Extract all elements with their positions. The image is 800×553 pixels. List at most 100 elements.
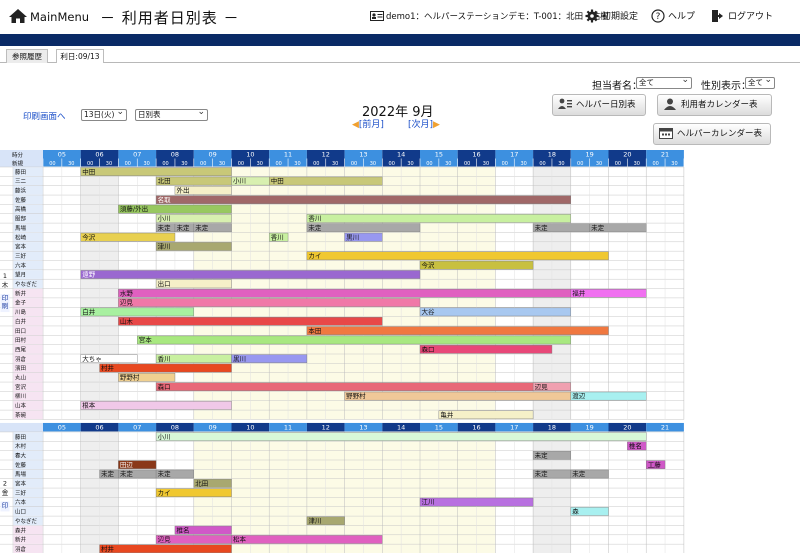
schedule-bar[interactable]: [155, 432, 647, 441]
schedule-bar-label: 名取: [158, 195, 172, 204]
schedule-bar-label: 未定: [308, 223, 322, 232]
schedule-bar[interactable]: [419, 307, 572, 317]
schedule-bar[interactable]: [419, 345, 553, 354]
user-name[interactable]: 丸山: [15, 374, 26, 382]
schedule-bar-label: 森口: [422, 344, 435, 353]
user-name[interactable]: 田村: [15, 336, 27, 344]
user-name[interactable]: 山本: [15, 402, 27, 410]
user-name[interactable]: 馬場: [15, 470, 27, 478]
day-print-link[interactable]: 印: [2, 294, 9, 302]
hour-label: 13: [359, 151, 367, 159]
user-name[interactable]: 服部: [15, 215, 27, 223]
schedule-bar[interactable]: [80, 307, 194, 317]
schedule-bar[interactable]: [80, 270, 421, 279]
schedule-bar-label: 亀井: [440, 410, 454, 419]
user-name[interactable]: 白井: [15, 317, 27, 325]
schedule-bar-label: 大谷: [422, 307, 436, 316]
schedule-bar-label: 出口: [158, 279, 171, 288]
schedule-bar[interactable]: [99, 363, 232, 373]
schedule-bar[interactable]: [231, 535, 383, 544]
schedule-bar[interactable]: [155, 195, 572, 204]
hour-label: 08: [171, 424, 179, 432]
user-name[interactable]: 茶碗: [15, 411, 27, 419]
user-name[interactable]: 宮本: [15, 243, 27, 251]
user-name[interactable]: 佐藤: [15, 461, 27, 469]
hour-label: 14: [397, 151, 405, 159]
schedule-bar[interactable]: [344, 391, 572, 401]
schedule-bar[interactable]: [80, 401, 232, 410]
schedule-bar-label: 香川: [308, 214, 321, 223]
day-print-link[interactable]: 刷: [2, 302, 9, 310]
user-name[interactable]: 新井: [15, 289, 27, 297]
schedule-bar[interactable]: [306, 326, 609, 335]
hour-label: 06: [95, 424, 103, 432]
user-name[interactable]: 羽倉: [15, 545, 27, 553]
user-name[interactable]: 望月: [15, 271, 26, 279]
user-name[interactable]: 山口: [15, 508, 26, 516]
day-label: 金: [2, 487, 9, 496]
user-name[interactable]: 三二: [15, 178, 27, 185]
user-name[interactable]: 六本: [15, 498, 27, 506]
user-name[interactable]: 六本: [15, 261, 27, 269]
user-name[interactable]: やなぎだ: [15, 517, 38, 525]
hour-label: 07: [133, 424, 141, 432]
schedule-bar[interactable]: [118, 317, 383, 326]
schedule-bar[interactable]: [118, 288, 647, 298]
user-name[interactable]: やなぎだ: [15, 280, 38, 288]
minute-label: 30: [520, 161, 526, 167]
user-name[interactable]: 森井: [15, 526, 27, 534]
schedule-bar-label: 辺見: [158, 536, 172, 544]
hour-label: 07: [133, 151, 141, 159]
user-name[interactable]: 藤田: [15, 168, 26, 176]
schedule-bar[interactable]: [269, 176, 383, 186]
schedule-bar[interactable]: [419, 497, 534, 507]
schedule-bar[interactable]: [306, 251, 609, 261]
user-name[interactable]: 羽倉: [15, 355, 27, 363]
user-name[interactable]: 藤田: [15, 433, 26, 441]
minute-label: 00: [389, 161, 395, 167]
minute-label: 00: [577, 161, 583, 167]
hour-label: 14: [397, 424, 405, 432]
schedule-bar-label: 工藤: [648, 460, 662, 469]
hour-label: 19: [586, 424, 594, 432]
schedule-bar-label: 黒川: [233, 355, 246, 363]
schedule-bar-label: 根本: [82, 401, 96, 410]
schedule-bar[interactable]: [155, 382, 572, 391]
user-name[interactable]: 田口: [15, 328, 26, 335]
schedule-bar-label: 本田: [308, 326, 321, 335]
hour-label: 21: [661, 151, 669, 159]
user-name[interactable]: 三好: [15, 252, 27, 260]
user-name[interactable]: 松崎: [15, 233, 27, 241]
user-name[interactable]: 宮本: [15, 480, 27, 488]
user-name[interactable]: 三好: [15, 489, 27, 497]
user-name[interactable]: 新井: [15, 536, 27, 544]
schedule-bar[interactable]: [306, 223, 421, 233]
corner-label-time: 時分: [12, 151, 24, 159]
schedule-bar[interactable]: [80, 167, 232, 176]
schedule-bar[interactable]: [419, 260, 534, 270]
user-name[interactable]: 馬場: [15, 224, 27, 232]
schedule-bar-label: 村井: [101, 544, 115, 553]
user-name[interactable]: 柳川: [15, 392, 26, 400]
hour-label: 19: [586, 151, 594, 159]
schedule-bar[interactable]: [137, 335, 571, 345]
user-name[interactable]: 高橋: [15, 205, 27, 213]
user-name[interactable]: 木村: [15, 442, 27, 450]
user-name[interactable]: 西尾: [15, 346, 27, 353]
user-name[interactable]: 春大: [15, 451, 27, 459]
hour-label: 11: [284, 424, 292, 432]
user-name[interactable]: 藤浜: [15, 187, 27, 195]
user-name[interactable]: 金子: [15, 299, 27, 307]
day-print-link[interactable]: 印: [2, 501, 9, 509]
schedule-bar[interactable]: [306, 214, 571, 223]
minute-label: 30: [294, 161, 300, 167]
schedule-bar[interactable]: [99, 544, 232, 553]
user-name[interactable]: 佐藤: [15, 196, 27, 204]
schedule-bar-label: 椎名: [629, 441, 642, 450]
minute-label: 00: [200, 161, 206, 167]
user-name[interactable]: 宮沢: [15, 383, 27, 391]
user-name[interactable]: 濱田: [15, 364, 26, 372]
user-name[interactable]: 川島: [15, 308, 27, 316]
schedule-bar[interactable]: [118, 298, 421, 307]
schedule-bar-label: 香川: [271, 232, 284, 241]
